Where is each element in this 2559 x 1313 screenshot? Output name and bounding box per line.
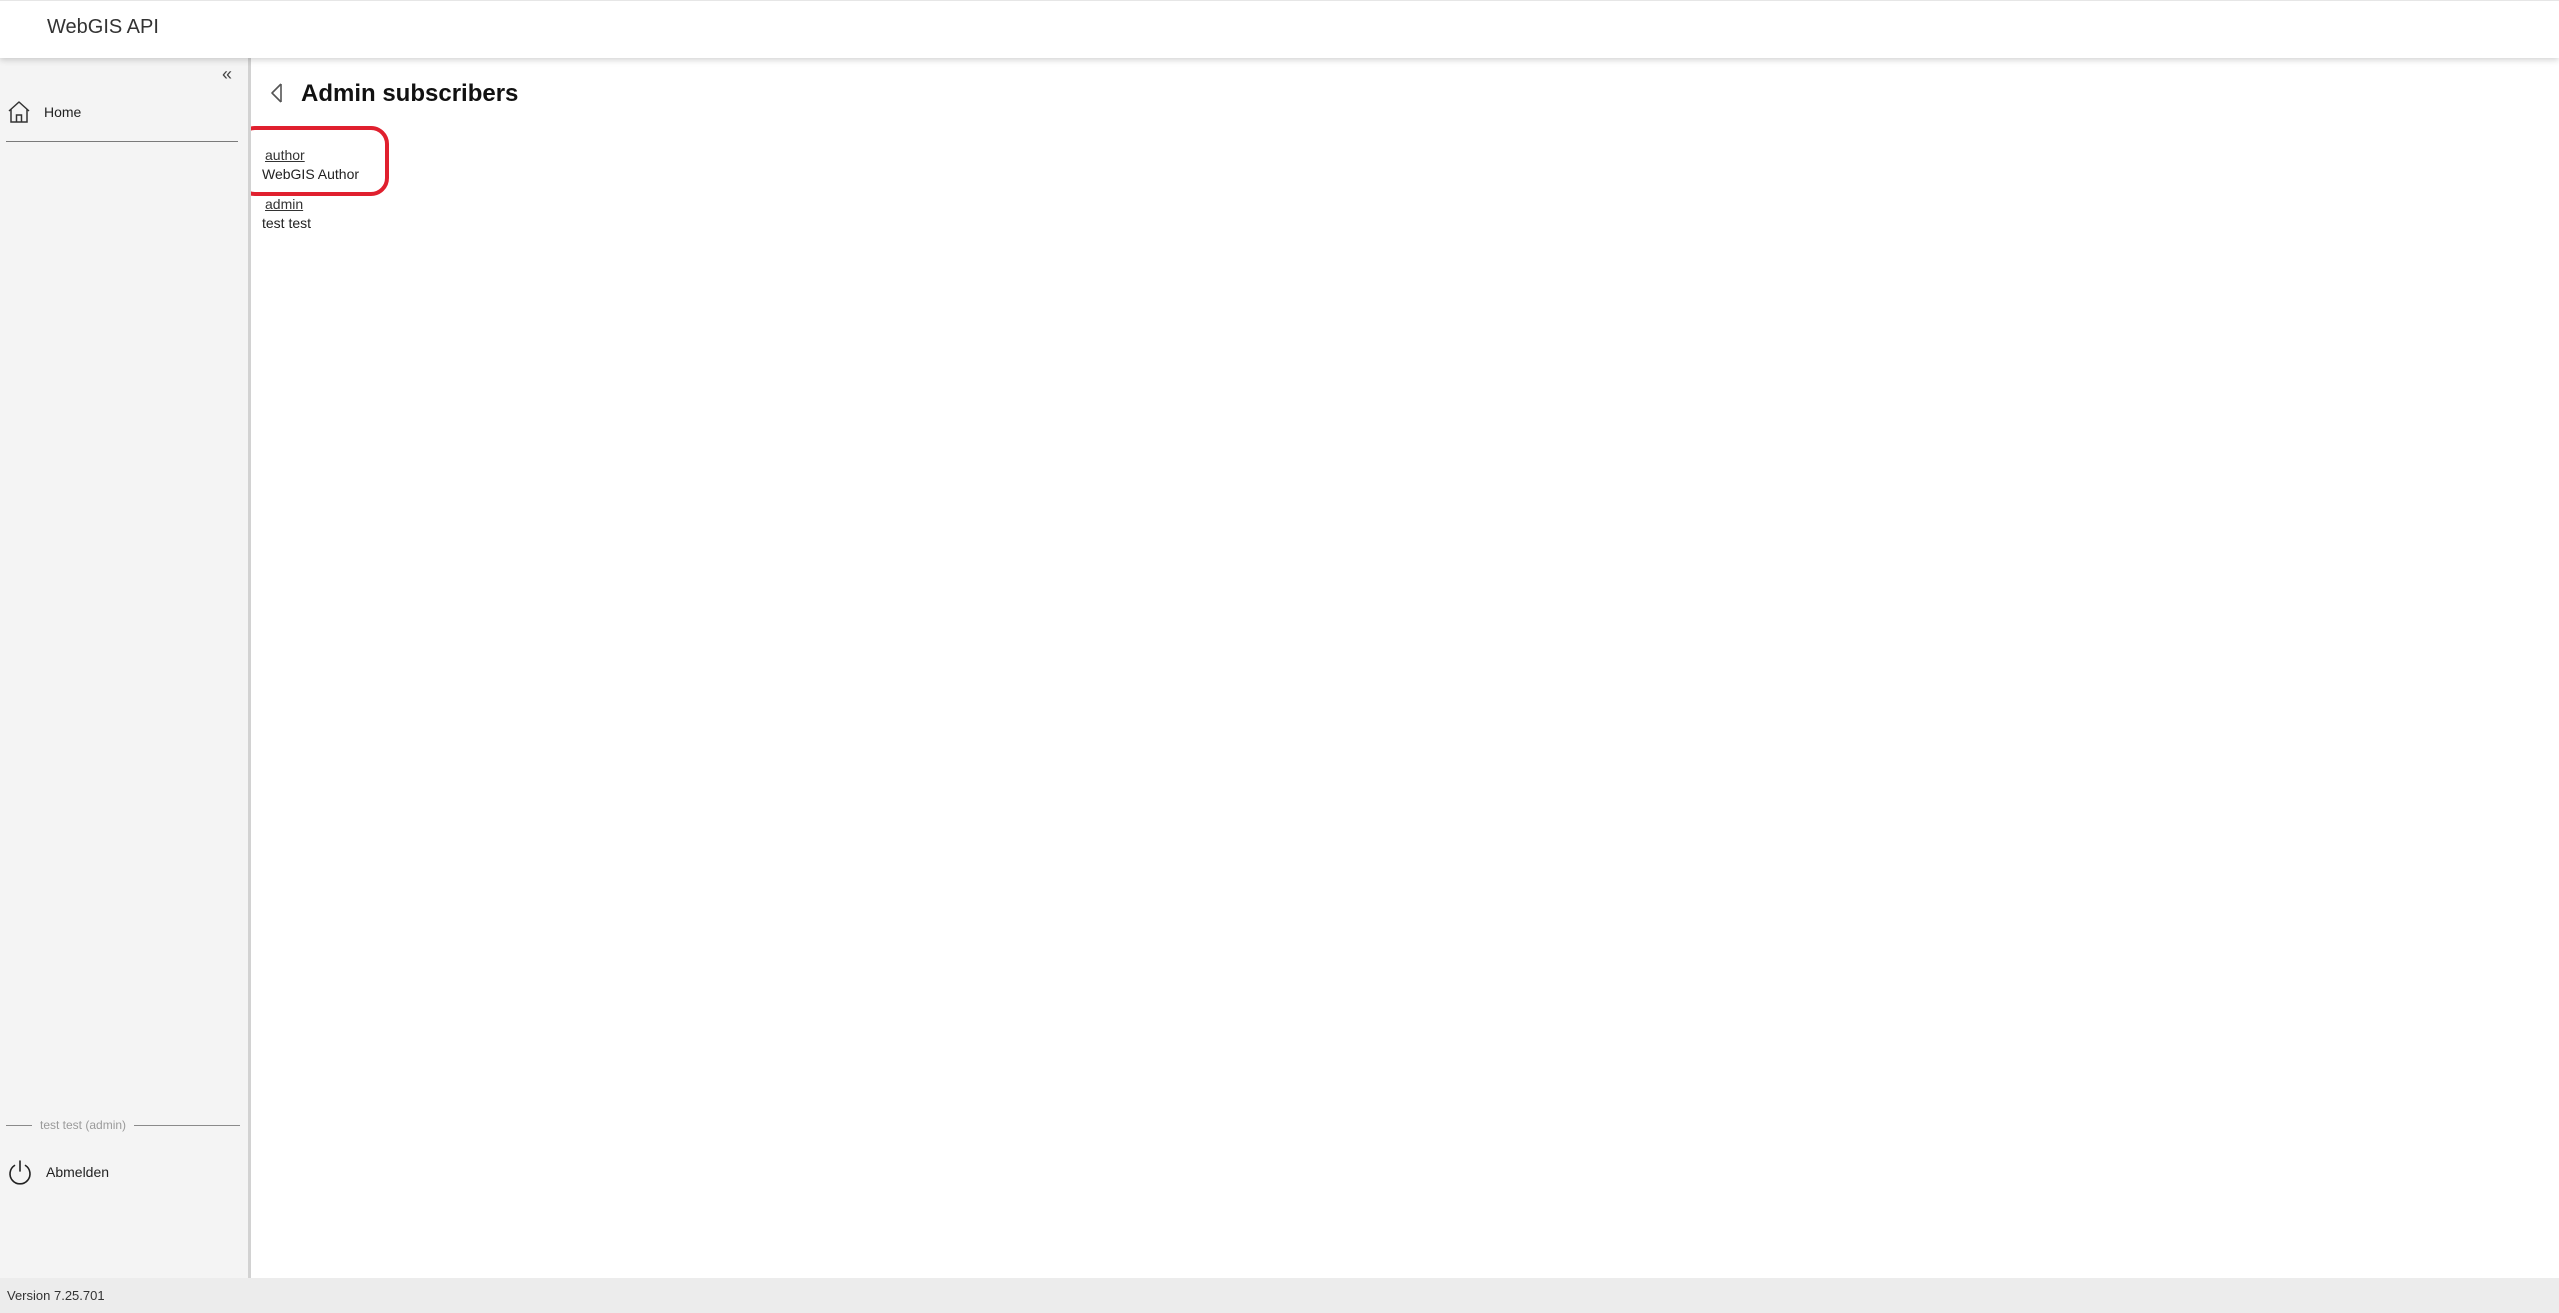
app-header: WebGIS API	[0, 0, 2559, 58]
main-content: Admin subscribers author WebGIS Author a…	[237, 57, 2559, 1278]
version-label: Version 7.25.701	[7, 1288, 105, 1303]
footer: Version 7.25.701	[0, 1278, 2559, 1313]
power-icon	[9, 1160, 31, 1185]
sidebar-item-home-label: Home	[44, 104, 82, 120]
sidebar: « Home test test (admin) Abmelden	[0, 57, 251, 1278]
sidebar-item-logout[interactable]: Abmelden	[6, 1157, 236, 1187]
sidebar-item-home[interactable]: Home	[6, 97, 236, 127]
sidebar-divider	[6, 141, 238, 142]
collapse-sidebar-button[interactable]: «	[222, 65, 232, 83]
subscriber-username-link[interactable]: author	[265, 147, 305, 163]
subscriber-item: author WebGIS Author	[262, 147, 359, 182]
page-title: Admin subscribers	[301, 80, 519, 107]
current-user-caption: test test (admin)	[6, 1118, 240, 1132]
app-title: WebGIS API	[47, 16, 159, 38]
current-user-label: test test (admin)	[40, 1118, 127, 1132]
subscriber-fullname: WebGIS Author	[262, 166, 360, 182]
subscriber-username-link[interactable]: admin	[265, 196, 303, 212]
subscriber-item: admin test test	[262, 196, 311, 231]
back-arrow-icon[interactable]	[268, 82, 286, 104]
subscriber-fullname: test test	[262, 215, 312, 231]
sidebar-item-logout-label: Abmelden	[46, 1164, 110, 1180]
home-icon	[8, 101, 30, 123]
